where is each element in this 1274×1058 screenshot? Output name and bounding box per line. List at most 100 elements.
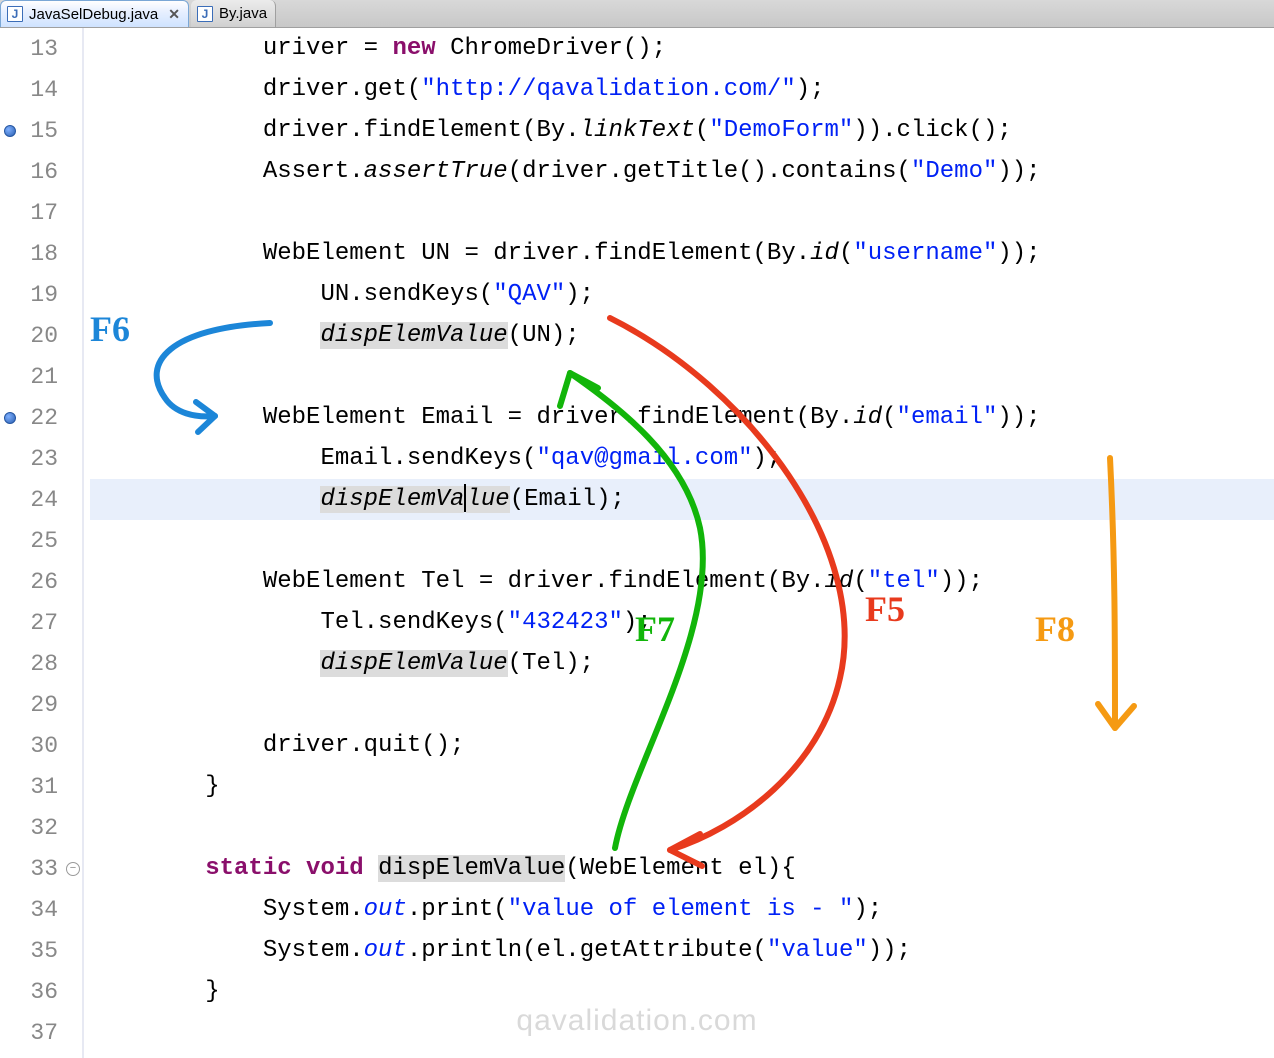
gutter-row: 36 <box>0 971 82 1012</box>
code-token: "email" <box>897 404 998 431</box>
line-number: 26 <box>20 569 64 595</box>
code-token: driver.quit(); <box>90 732 464 759</box>
code-line[interactable]: System.out.println(el.getAttribute("valu… <box>90 930 1274 971</box>
code-line[interactable]: driver.findElement(By.linkText("DemoForm… <box>90 110 1274 151</box>
code-token: (Tel); <box>508 650 594 677</box>
gutter-row: 22 <box>0 397 82 438</box>
gutter-row: 17 <box>0 192 82 233</box>
code-line[interactable]: Assert.assertTrue(driver.getTitle().cont… <box>90 151 1274 192</box>
code-line[interactable]: System.out.print("value of element is - … <box>90 889 1274 930</box>
code-line[interactable]: UN.sendKeys("QAV"); <box>90 274 1274 315</box>
code-token: ( <box>853 568 867 595</box>
code-line[interactable]: WebElement UN = driver.findElement(By.id… <box>90 233 1274 274</box>
code-token: )); <box>868 937 911 964</box>
line-number: 17 <box>20 200 64 226</box>
line-number: 18 <box>20 241 64 267</box>
code-token: (UN); <box>508 322 580 349</box>
gutter-row: 13 <box>0 28 82 69</box>
code-line[interactable]: } <box>90 766 1274 807</box>
gutter-row: 16 <box>0 151 82 192</box>
code-line[interactable]: dispElemValue(UN); <box>90 315 1274 356</box>
code-token: ); <box>853 896 882 923</box>
line-number: 23 <box>20 446 64 472</box>
code-line[interactable]: } <box>90 971 1274 1012</box>
breakpoint-column[interactable] <box>0 125 20 137</box>
code-token: id <box>825 568 854 595</box>
code-token: Tel.sendKeys( <box>90 609 508 636</box>
line-number: 22 <box>20 405 64 431</box>
breakpoint-icon[interactable] <box>4 412 16 424</box>
java-file-icon: J <box>7 6 23 22</box>
tab-javaseldebug-java[interactable]: JJavaSelDebug.java✕ <box>0 0 189 27</box>
breakpoint-icon[interactable] <box>4 125 16 137</box>
gutter-row: 32 <box>0 807 82 848</box>
editor-tabs: JJavaSelDebug.java✕JBy.java <box>0 0 1274 28</box>
close-icon[interactable]: ✕ <box>168 6 180 23</box>
code-line[interactable] <box>90 356 1274 397</box>
code-token <box>90 486 320 513</box>
code-line[interactable]: WebElement Tel = driver.findElement(By.i… <box>90 561 1274 602</box>
code-line[interactable] <box>90 684 1274 725</box>
gutter-row: 34 <box>0 889 82 930</box>
code-token: dispElemValue <box>320 650 507 677</box>
code-token: } <box>90 773 220 800</box>
gutter-row: 28 <box>0 643 82 684</box>
gutter-row: 21 <box>0 356 82 397</box>
line-number: 27 <box>20 610 64 636</box>
code-token: UN.sendKeys( <box>90 281 493 308</box>
code-token: out <box>364 937 407 964</box>
code-line[interactable] <box>90 807 1274 848</box>
code-token: void <box>306 855 364 882</box>
gutter-row: 18 <box>0 233 82 274</box>
code-line[interactable]: dispElemValue(Tel); <box>90 643 1274 684</box>
java-file-icon: J <box>197 6 213 22</box>
line-number: 13 <box>20 36 64 62</box>
gutter-row: 33− <box>0 848 82 889</box>
code-line[interactable]: driver.quit(); <box>90 725 1274 766</box>
code-token: ( <box>839 240 853 267</box>
code-area[interactable]: uriver = new ChromeDriver(); driver.get(… <box>84 28 1274 1058</box>
code-line[interactable]: static void dispElemValue(WebElement el)… <box>90 848 1274 889</box>
code-token: WebElement Tel = driver.findElement(By. <box>90 568 825 595</box>
code-line[interactable] <box>90 1012 1274 1053</box>
code-token: ChromeDriver(); <box>436 35 666 62</box>
gutter-row: 30 <box>0 725 82 766</box>
tab-by-java[interactable]: JBy.java <box>191 0 276 27</box>
code-line[interactable]: WebElement Email = driver.findElement(By… <box>90 397 1274 438</box>
code-token <box>90 322 320 349</box>
fold-minus-icon[interactable]: − <box>66 862 80 876</box>
code-line[interactable]: Tel.sendKeys("432423"); <box>90 602 1274 643</box>
code-line[interactable] <box>90 192 1274 233</box>
code-token: WebElement Email = driver.findElement(By… <box>90 404 853 431</box>
code-line[interactable]: uriver = new ChromeDriver(); <box>90 28 1274 69</box>
line-number: 19 <box>20 282 64 308</box>
code-token: lue <box>466 486 509 513</box>
code-token: WebElement UN = driver.findElement(By. <box>90 240 810 267</box>
code-line[interactable]: dispElemValue(Email); <box>90 479 1274 520</box>
code-token: "DemoForm" <box>709 117 853 144</box>
line-number: 34 <box>20 897 64 923</box>
code-token: )); <box>997 240 1040 267</box>
code-token: driver.findElement(By. <box>90 117 580 144</box>
code-line[interactable] <box>90 520 1274 561</box>
code-token: "Demo" <box>911 158 997 185</box>
code-token: ); <box>796 76 825 103</box>
code-token: )).click(); <box>853 117 1011 144</box>
gutter-row: 27 <box>0 602 82 643</box>
code-token: System. <box>90 896 364 923</box>
code-token <box>90 855 205 882</box>
editor-area: 1314151617181920212223242526272829303132… <box>0 28 1274 1058</box>
line-number: 36 <box>20 979 64 1005</box>
code-token: ); <box>753 445 782 472</box>
code-token: "QAV" <box>493 281 565 308</box>
code-token: )); <box>940 568 983 595</box>
gutter-row: 19 <box>0 274 82 315</box>
code-token: Assert. <box>90 158 364 185</box>
code-token: driver.get( <box>90 76 421 103</box>
gutter-row: 15 <box>0 110 82 151</box>
breakpoint-column[interactable] <box>0 412 20 424</box>
code-line[interactable]: Email.sendKeys("qav@gmail.com"); <box>90 438 1274 479</box>
line-number: 33 <box>20 856 64 882</box>
code-line[interactable]: driver.get("http://qavalidation.com/"); <box>90 69 1274 110</box>
fold-column[interactable]: − <box>64 862 82 876</box>
